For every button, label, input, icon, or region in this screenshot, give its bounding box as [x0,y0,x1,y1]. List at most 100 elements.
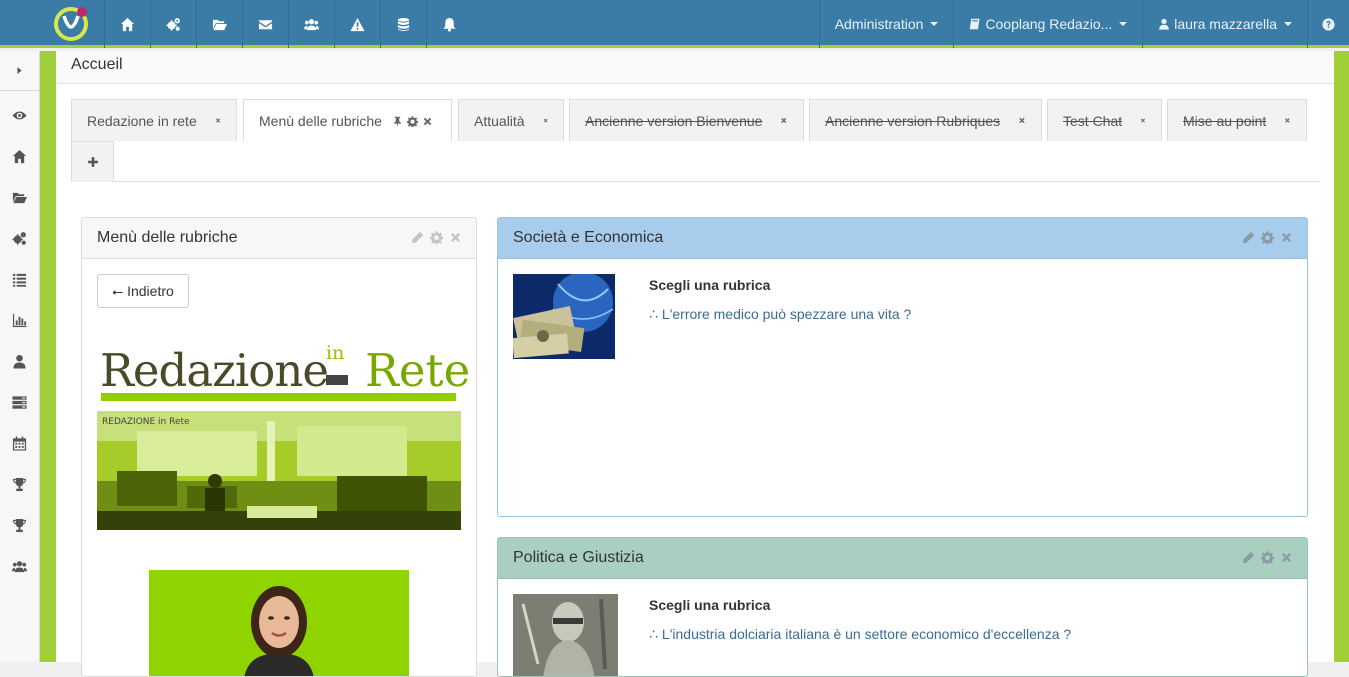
close-icon[interactable] [1284,115,1291,126]
user-icon [1158,18,1170,30]
logo-word-2: Rete [365,344,471,397]
close-icon[interactable] [1140,115,1146,126]
app-logo-icon[interactable] [52,4,92,42]
sidebar-item-folders[interactable] [0,177,39,218]
tab-ancienne-version-rubriques[interactable]: Ancienne version Rubriques [809,99,1042,141]
panel-title: Politica e Giustizia [513,549,644,566]
tab-label: Redazione in rete [87,112,197,129]
tab-attualita[interactable]: Attualità [458,99,564,141]
tab-label: Attualità [474,112,525,129]
sidebar-item-settings[interactable] [0,218,39,259]
logo-word-small: in [326,342,345,364]
users-icon [12,559,27,574]
top-navbar: Administration Cooplang Redazio... laura… [0,0,1349,48]
tab-label: Ancienne version Rubriques [825,112,1001,129]
help-button[interactable] [1307,0,1349,48]
rubric-heading: Scegli una rubrica [649,277,771,293]
sidebar-item-stats[interactable] [0,300,39,341]
tab-redazione-in-rete[interactable]: Redazione in rete [71,99,237,141]
sidebar-item-users[interactable] [0,546,39,587]
sidebar-item-trophy-2[interactable] [0,505,39,546]
folder-open-icon [12,190,27,205]
plus-icon [87,156,99,168]
question-circle-icon [1322,18,1335,31]
sidebar-item-view[interactable] [0,95,39,136]
sidebar-item-user[interactable] [0,341,39,382]
close-icon[interactable] [1018,115,1026,126]
money-thumbnail[interactable] [513,274,615,359]
tab-bar: Redazione in rete Menù delle rubriche At… [71,99,1319,182]
tab-label: Test Chat [1063,112,1123,129]
home-icon [12,149,27,164]
database-icon[interactable] [380,0,426,48]
panel-tools [411,231,462,244]
tab-mise-au-point[interactable]: Mise au point [1167,99,1307,141]
panel-tools [1242,551,1293,564]
administration-menu[interactable]: Administration [818,0,954,48]
rubric-link-text[interactable]: L'industria dolciaria italiana è un sett… [662,626,1071,642]
office-photo [97,411,461,530]
calendar-icon [12,436,27,451]
chevron-down-icon [930,22,939,26]
tab-ancienne-version-bienvenue[interactable]: Ancienne version Bienvenue [569,99,804,141]
gear-icon[interactable] [407,116,418,127]
close-icon[interactable] [543,115,548,126]
list-icon [12,272,27,287]
add-tab-button[interactable] [71,141,114,182]
pencil-icon[interactable] [1242,551,1255,564]
menu-rubriche-panel: Menù delle rubriche ⭠ Indietro Redazione… [81,217,477,677]
panel-title: Menù delle rubriche [97,229,238,246]
bell-icon[interactable] [426,0,472,48]
rubric-link-text[interactable]: L'errore medico può spezzare una vita ? [662,306,911,322]
rubric-link[interactable]: ∴ L'industria dolciaria italiana è un set… [649,626,1071,643]
close-icon[interactable] [1280,551,1293,564]
cogs-icon[interactable] [150,0,196,48]
project-menu[interactable]: Cooplang Redazio... [953,0,1142,48]
close-icon[interactable] [1280,231,1293,244]
green-frame-right [1334,51,1349,662]
close-icon[interactable] [780,115,788,126]
gear-icon[interactable] [430,231,443,244]
users-icon[interactable] [288,0,334,48]
pencil-icon[interactable] [1242,231,1255,244]
pushpin-icon[interactable] [392,116,403,127]
envelope-icon[interactable] [242,0,288,48]
sidebar-item-home[interactable] [0,136,39,177]
cogs-icon [12,231,27,246]
close-icon[interactable] [215,115,221,126]
back-button[interactable]: ⭠ Indietro [97,274,189,308]
eye-icon [12,108,27,123]
societa-economica-panel: Società e Economica Scegli una rubrica ∴… [497,217,1308,517]
sidebar-toggle[interactable] [0,51,39,91]
green-frame-left [40,51,56,662]
politica-giustizia-panel: Politica e Giustizia Scegli una rubrica … [497,537,1308,677]
project-menu-label: Cooplang Redazio... [985,16,1113,32]
chevron-down-icon [1119,22,1128,26]
tab-test-chat[interactable]: Test Chat [1047,99,1162,141]
warning-icon[interactable] [334,0,380,48]
redazione-logo: Redazione in Rete [97,342,470,402]
pencil-icon[interactable] [411,231,424,244]
panel-tools [1242,231,1293,244]
main-content: Accueil Redazione in rete Menù delle rub… [56,51,1334,677]
page-title: Accueil [56,51,1334,84]
server-icon [12,395,27,410]
tab-menu-delle-rubriche[interactable]: Menù delle rubriche [243,99,452,142]
justice-statue-thumbnail[interactable] [513,594,618,677]
gear-icon[interactable] [1261,551,1274,564]
sidebar-item-list[interactable] [0,259,39,300]
close-icon[interactable] [449,231,462,244]
sidebar-item-calendar[interactable] [0,423,39,464]
sidebar-list [0,91,39,587]
rubric-link[interactable]: ∴ L'errore medico può spezzare una vita ? [649,306,911,323]
logo-word-1: Redazione [100,344,329,397]
nav-right-menus: Administration Cooplang Redazio... laura… [818,0,1349,48]
home-icon[interactable] [104,0,150,48]
sidebar-item-trophy-1[interactable] [0,464,39,505]
user-menu[interactable]: laura mazzarella [1142,0,1307,48]
sidebar-item-server[interactable] [0,382,39,423]
close-icon[interactable] [422,116,433,127]
tab-label: Ancienne version Bienvenue [585,112,763,129]
folder-open-icon[interactable] [196,0,242,48]
gear-icon[interactable] [1261,231,1274,244]
